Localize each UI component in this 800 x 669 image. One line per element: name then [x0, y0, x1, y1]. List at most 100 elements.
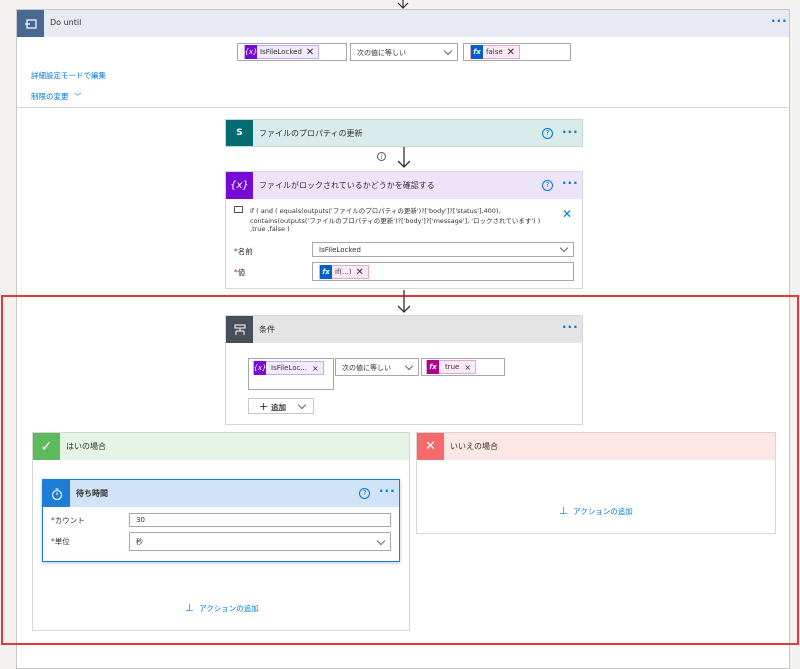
- wait-title: 待ち時間: [76, 489, 108, 498]
- arrow-down-icon: [397, 147, 411, 168]
- expression-token-label: if(...): [335, 268, 352, 276]
- expression-line-1: if ( and ( equals(outputs('ファイルのプロパティの更新…: [250, 207, 501, 215]
- expression-line-3: ,true ,false ): [250, 225, 290, 233]
- info-icon[interactable]: i: [377, 152, 386, 161]
- checkmark-icon: ✓: [33, 433, 60, 460]
- chevron-down-icon: [297, 400, 307, 410]
- no-branch: ✕ いいえの場合 ⊥ アクションの追加: [416, 432, 776, 534]
- do-until-left-operand[interactable]: {x} IsFileLocked ✕: [237, 43, 347, 61]
- count-label: *カウント: [51, 516, 85, 525]
- wait-header[interactable]: 待ち時間 ? ···: [43, 480, 399, 507]
- divider: [17, 107, 789, 108]
- expression-line-2: contains(outputs('ファイルのプロパティの更新')?['body…: [250, 217, 541, 225]
- name-label: *名前: [234, 247, 253, 256]
- variable-token[interactable]: {x} IsFileLoc... ×: [253, 361, 324, 375]
- help-icon[interactable]: ?: [542, 180, 553, 191]
- add-action-link[interactable]: ⊥ アクションの追加: [559, 506, 633, 517]
- operator-label: 次の値に等しい: [357, 49, 406, 57]
- change-limits-link[interactable]: 制限の変更 ﹀: [31, 91, 81, 102]
- help-icon[interactable]: ?: [359, 488, 370, 499]
- add-action-icon: ⊥: [185, 603, 194, 614]
- expression-token[interactable]: fx if(...) ✕: [319, 265, 369, 279]
- do-until-header[interactable]: Do until ···: [17, 10, 789, 37]
- remove-token-icon[interactable]: ✕: [507, 47, 515, 58]
- variable-icon: {x}: [244, 45, 258, 59]
- more-options-icon[interactable]: ···: [771, 14, 788, 28]
- update-props-title: ファイルのプロパティの更新: [259, 129, 363, 138]
- add-action-label: アクションの追加: [573, 507, 633, 516]
- variable-icon: {x}: [226, 172, 253, 199]
- remove-token-icon[interactable]: ×: [464, 363, 471, 372]
- unit-select[interactable]: 秒: [129, 532, 391, 551]
- sharepoint-icon: S: [226, 120, 253, 146]
- more-options-icon[interactable]: ···: [562, 320, 579, 334]
- operator-label: 次の値に等しい: [342, 364, 391, 372]
- expression-box[interactable]: if ( and ( equals(outputs('ファイルのプロパティの更新…: [230, 202, 580, 238]
- expression-token-label: false: [486, 48, 503, 56]
- arrow-down-icon: [397, 0, 409, 9]
- advanced-mode-link[interactable]: 詳細設定モードで編集: [31, 70, 106, 81]
- plus-icon: +: [259, 400, 269, 413]
- remove-token-icon[interactable]: ✕: [356, 267, 364, 278]
- do-until-right-operand[interactable]: fx false ✕: [463, 43, 571, 61]
- help-icon[interactable]: ?: [542, 128, 553, 139]
- close-icon: ✕: [417, 433, 444, 460]
- condition-action: 条件 ··· {x} IsFileLoc... × 次の値に等しい fx tru…: [225, 315, 583, 425]
- more-options-icon[interactable]: ···: [379, 484, 396, 498]
- condition-icon: [226, 316, 253, 343]
- variable-token[interactable]: {x} IsFileLocked ✕: [244, 45, 320, 59]
- fx-icon: fx: [320, 265, 332, 279]
- unit-value: 秒: [136, 538, 143, 546]
- add-condition-button[interactable]: + 追加: [248, 398, 314, 414]
- expression-token[interactable]: fx true ×: [426, 360, 477, 374]
- check-lock-title: ファイルがロックされているかどうかを確認する: [259, 181, 435, 190]
- update-file-properties-action[interactable]: S ファイルのプロパティの更新 ? ···: [225, 119, 583, 147]
- add-label: 追加: [271, 403, 286, 412]
- fx-icon: fx: [427, 360, 439, 374]
- add-action-label: アクションの追加: [199, 604, 259, 613]
- expression-token-label: true: [445, 363, 460, 371]
- close-icon[interactable]: ✕: [562, 207, 572, 221]
- check-lock-action: {x} ファイルがロックされているかどうかを確認する ? ··· if ( an…: [225, 171, 583, 289]
- expression-token[interactable]: fx false ✕: [470, 45, 521, 59]
- more-options-icon[interactable]: ···: [562, 176, 579, 190]
- chevron-down-icon: ﹀: [73, 92, 82, 101]
- no-branch-header[interactable]: ✕ いいえの場合: [417, 433, 775, 460]
- yes-branch-header[interactable]: ✓ はいの場合: [33, 433, 409, 460]
- more-options-icon[interactable]: ···: [562, 125, 579, 139]
- timer-icon: [43, 480, 70, 507]
- arrow-down-icon: [397, 290, 411, 313]
- variable-token-label: IsFileLoc...: [271, 364, 308, 372]
- value-label: *値: [234, 268, 246, 277]
- do-until-operator-select[interactable]: 次の値に等しい: [350, 43, 458, 61]
- unit-label: *単位: [51, 537, 70, 546]
- chevron-down-icon: [559, 243, 569, 253]
- chevron-down-icon: [443, 46, 453, 56]
- check-lock-header[interactable]: {x} ファイルがロックされているかどうかを確認する ? ···: [226, 172, 582, 199]
- count-field[interactable]: 30: [129, 513, 391, 527]
- add-action-link[interactable]: ⊥ アクションの追加: [185, 603, 259, 614]
- variable-token-label: IsFileLocked: [260, 48, 302, 56]
- value-field[interactable]: fx if(...) ✕: [312, 262, 574, 281]
- remove-token-icon[interactable]: ×: [312, 364, 319, 373]
- name-field[interactable]: IsFileLocked: [312, 242, 574, 257]
- fx-icon: fx: [471, 45, 483, 59]
- chevron-down-icon: [404, 361, 414, 371]
- count-value: 30: [136, 516, 145, 524]
- condition-title: 条件: [259, 325, 275, 334]
- condition-left-operand[interactable]: {x} IsFileLoc... ×: [248, 358, 334, 390]
- chevron-down-icon: [376, 536, 386, 546]
- comment-icon: [234, 206, 243, 213]
- condition-header[interactable]: 条件 ···: [226, 316, 582, 343]
- change-limits-label: 制限の変更: [31, 92, 69, 101]
- loop-icon: [17, 10, 44, 37]
- yes-branch-title: はいの場合: [66, 442, 106, 451]
- condition-right-operand[interactable]: fx true ×: [421, 358, 505, 376]
- do-until-title: Do until: [50, 18, 82, 27]
- condition-operator-select[interactable]: 次の値に等しい: [335, 358, 419, 376]
- wait-action: 待ち時間 ? ··· *カウント 30 *単位 秒: [42, 479, 400, 562]
- add-action-icon: ⊥: [559, 506, 568, 517]
- variable-icon: {x}: [253, 361, 267, 375]
- name-value: IsFileLocked: [319, 246, 361, 254]
- remove-token-icon[interactable]: ✕: [306, 47, 314, 58]
